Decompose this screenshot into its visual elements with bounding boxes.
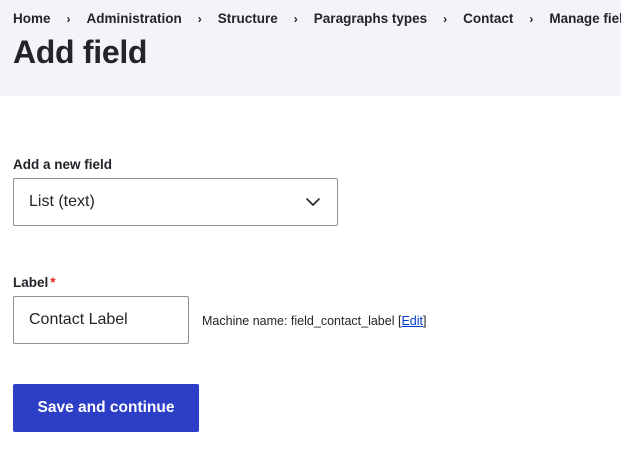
label-field-text: Label [13,275,49,290]
breadcrumb-separator: › [529,11,534,26]
breadcrumb-paragraphs-types[interactable]: Paragraphs types [314,11,427,26]
add-new-field-label: Add a new field [13,157,113,172]
machine-name: Machine name: field_contact_label [Edit] [202,314,426,328]
breadcrumb-separator: › [293,11,298,26]
breadcrumb-administration[interactable]: Administration [87,11,182,26]
breadcrumb-separator: › [66,11,71,26]
breadcrumb-manage-fields[interactable]: Manage fields [549,11,621,26]
label-field-label: Label * [13,275,56,290]
breadcrumb-contact[interactable]: Contact [463,11,513,26]
machine-name-bracket-close: ] [423,314,427,328]
label-input[interactable] [13,296,189,344]
breadcrumb-separator: › [197,11,202,26]
chevron-down-icon [306,198,320,206]
add-new-field-select[interactable]: List (text) [13,178,338,226]
page-header: Home › Administration › Structure › Para… [0,0,621,96]
add-new-field-selected-value: List (text) [29,193,95,210]
breadcrumb: Home › Administration › Structure › Para… [13,11,621,26]
page-title: Add field [13,34,148,70]
machine-name-edit-link[interactable]: Edit [401,314,423,328]
breadcrumb-structure[interactable]: Structure [218,11,278,26]
save-and-continue-button[interactable]: Save and continue [13,384,199,432]
machine-name-text: Machine name: field_contact_label [202,314,398,328]
breadcrumb-home[interactable]: Home [13,11,51,26]
required-marker: * [50,275,56,290]
breadcrumb-separator: › [443,11,448,26]
